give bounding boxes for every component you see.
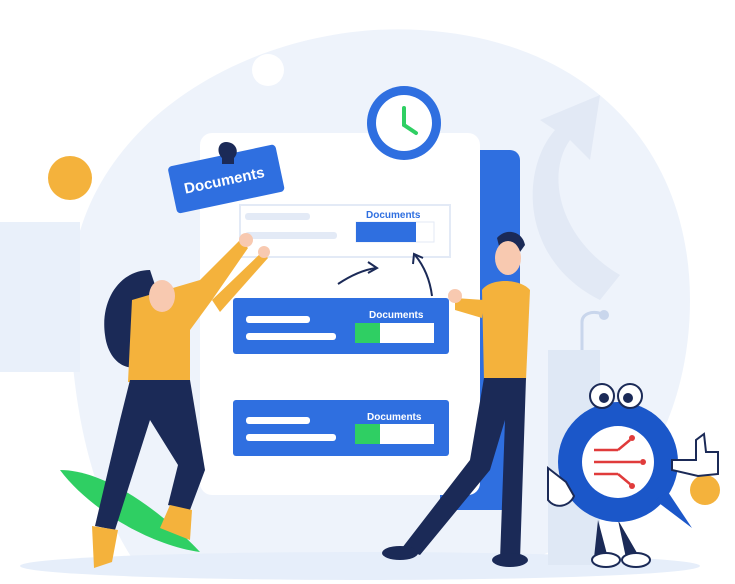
line-placeholder bbox=[246, 333, 336, 340]
line-placeholder bbox=[246, 417, 310, 424]
middle-card-label: Documents bbox=[369, 310, 424, 321]
top-card-progress-fill bbox=[356, 222, 416, 242]
middle-card-progress-fill bbox=[355, 323, 380, 343]
line-placeholder bbox=[246, 434, 336, 441]
line-placeholder bbox=[245, 232, 337, 239]
bottom-card-progress-fill bbox=[355, 424, 380, 444]
documents-illustration: Documents Documents Documents Documents bbox=[0, 29, 720, 580]
bottom-card-label: Documents bbox=[367, 412, 422, 423]
thumbs-up-icon bbox=[671, 432, 719, 478]
line-placeholder bbox=[245, 213, 310, 220]
decor-orange-dot-small bbox=[690, 475, 720, 505]
top-card-label: Documents bbox=[366, 210, 421, 221]
decor-white-dot bbox=[252, 54, 284, 86]
decor-orange-dot bbox=[48, 156, 92, 200]
line-placeholder bbox=[246, 316, 310, 323]
lamp-head bbox=[599, 310, 609, 320]
background-strip bbox=[0, 222, 80, 372]
